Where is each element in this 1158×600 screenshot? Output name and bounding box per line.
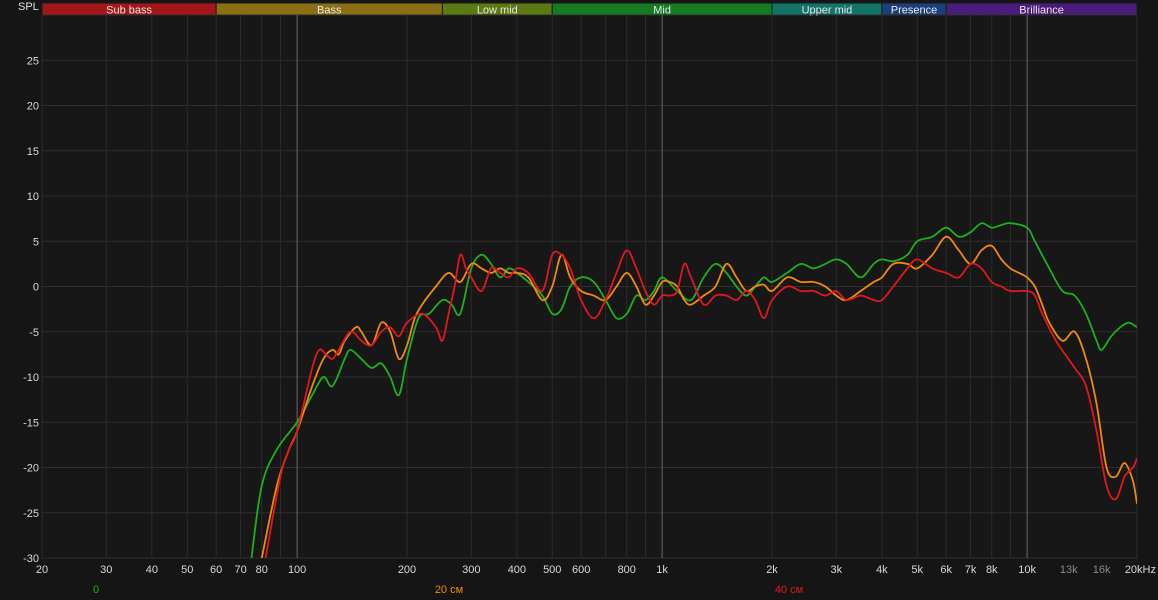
y-tick-label: -15: [23, 417, 39, 429]
x-tick-label: 7k: [965, 564, 977, 576]
x-tick-label: 16k: [1093, 564, 1111, 576]
x-tick-label: 600: [572, 564, 590, 576]
y-tick-label: -5: [29, 327, 39, 339]
x-tick-label: 30: [100, 564, 112, 576]
y-tick-label: -25: [23, 508, 39, 520]
x-tick-label: 400: [508, 564, 526, 576]
y-axis-label: SPL: [18, 1, 39, 13]
x-tick-label: 2k: [766, 564, 778, 576]
y-tick-label: 10: [27, 191, 39, 203]
x-tick-label: 6k: [940, 564, 952, 576]
x-tick-label: 4k: [876, 564, 888, 576]
legend-entry: 0: [93, 584, 99, 596]
x-tick-label: 80: [256, 564, 268, 576]
x-tick-label: 800: [618, 564, 636, 576]
x-tick-label: 3k: [830, 564, 842, 576]
x-tick-label: 1k: [656, 564, 668, 576]
legend-entry: 40 см: [775, 584, 803, 596]
x-tick-label: 5k: [911, 564, 923, 576]
x-tick-label: 200: [398, 564, 416, 576]
x-tick-label: 60: [210, 564, 222, 576]
y-tick-label: 5: [33, 236, 39, 248]
y-tick-label: -20: [23, 463, 39, 475]
x-tick-label: 13k: [1060, 564, 1078, 576]
legend-entry: 20 см: [435, 584, 463, 596]
frequency-band-bar: Sub bass Bass Low mid Mid Upper mid Presence B…: [41, 2, 1138, 17]
y-tick-label: 20: [27, 101, 39, 113]
x-tick-label: 500: [543, 564, 561, 576]
frequency-response-chart: Sub bass Bass Low mid Mid Upper mid Presence B…: [0, 0, 1158, 600]
x-tick-label: 8k: [986, 564, 998, 576]
x-tick-label: 40: [146, 564, 158, 576]
y-tick-label: 15: [27, 146, 39, 158]
y-tick-label: 25: [27, 55, 39, 67]
y-tick-label: -10: [23, 372, 39, 384]
x-tick-label: 50: [181, 564, 193, 576]
x-tick-label: 300: [462, 564, 480, 576]
x-tick-label: 70: [234, 564, 246, 576]
x-tick-label: 20: [36, 564, 48, 576]
x-tick-label: 20kHz: [1125, 564, 1156, 576]
x-tick-label: 10k: [1018, 564, 1036, 576]
x-tick-label: 100: [288, 564, 306, 576]
y-tick-label: 0: [33, 282, 39, 294]
